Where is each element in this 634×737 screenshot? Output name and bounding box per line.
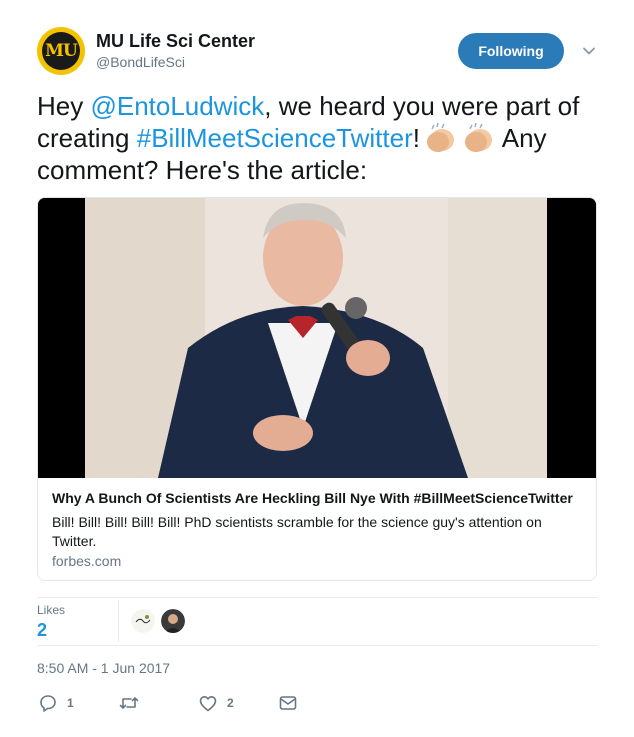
heart-icon — [199, 695, 217, 712]
like-count: 2 — [227, 696, 234, 710]
retweet-icon — [119, 694, 139, 712]
liker-avatar[interactable] — [131, 609, 155, 633]
card-title: Why A Bunch Of Scientists Are Heckling B… — [52, 490, 573, 506]
account-avatar[interactable]: MU — [37, 27, 85, 75]
following-button[interactable]: Following — [458, 33, 564, 69]
direct-message-button[interactable] — [279, 693, 297, 713]
tweet-text-start: Hey — [37, 91, 91, 121]
divider — [37, 597, 597, 598]
reply-button[interactable]: 1 — [39, 693, 74, 713]
account-name[interactable]: MU Life Sci Center — [96, 31, 255, 52]
clap-emoji-icon — [462, 122, 496, 153]
tweet-text: Hey @EntoLudwick, we heard you were part… — [37, 90, 597, 186]
stats-divider — [118, 600, 119, 642]
reply-icon — [39, 694, 57, 712]
tweet-container: MU MU Life Sci Center @BondLifeSci Follo… — [0, 0, 634, 737]
tweet-timestamp[interactable]: 8:50 AM - 1 Jun 2017 — [37, 660, 170, 676]
divider — [37, 645, 597, 646]
reply-count: 1 — [67, 696, 74, 710]
retweet-button[interactable] — [119, 693, 149, 713]
account-handle[interactable]: @BondLifeSci — [96, 54, 185, 70]
card-domain: forbes.com — [52, 553, 122, 569]
like-button[interactable]: 2 — [199, 693, 234, 713]
message-icon — [279, 695, 297, 711]
card-description: Bill! Bill! Bill! Bill! Bill! PhD scient… — [52, 514, 542, 549]
avatar-logo: MU — [42, 32, 80, 70]
clap-emoji-icon — [424, 122, 458, 153]
tweet-text-exclaim: ! — [412, 123, 420, 153]
link-card[interactable]: Why A Bunch Of Scientists Are Heckling B… — [37, 197, 597, 581]
avatar-letters: MU — [45, 41, 78, 61]
mention-link[interactable]: @EntoLudwick — [90, 91, 264, 121]
likes-count[interactable]: 2 — [37, 620, 47, 641]
card-image — [38, 198, 596, 478]
hashtag-link[interactable]: #BillMeetScienceTwitter — [137, 123, 413, 153]
likes-label: Likes — [37, 603, 66, 617]
liker-avatar[interactable] — [161, 609, 185, 633]
chevron-down-icon[interactable] — [582, 44, 596, 58]
